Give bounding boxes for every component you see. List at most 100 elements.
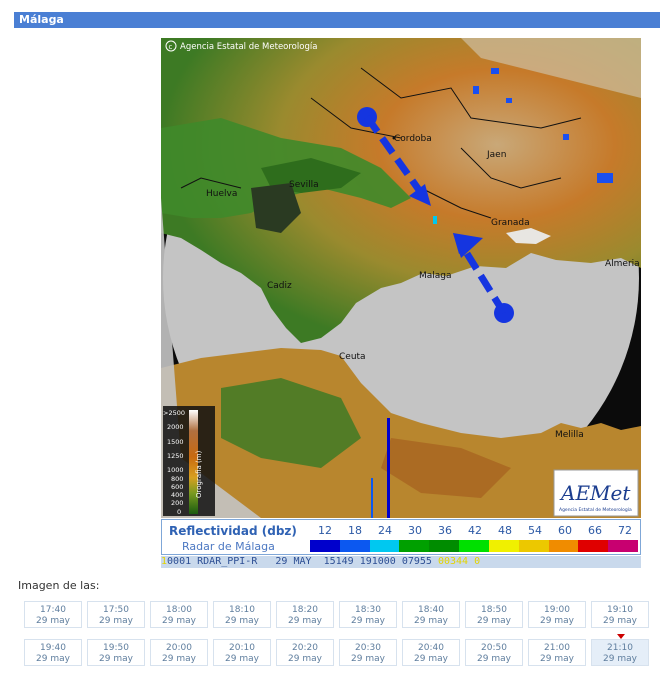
time-cell-date: 29 may [540,654,574,664]
orography-tick: >2500 [163,409,185,417]
city-label: Melilla [555,430,584,440]
legend-value: 72 [618,524,632,537]
time-cell-time: 21:00 [544,643,570,653]
time-cell-date: 29 may [162,616,196,626]
city-label: Cadiz [267,281,292,291]
image-time-label: Imagen de las: [18,579,100,592]
svg-text:c: c [169,43,173,51]
time-cell-date: 29 may [603,654,637,664]
time-cell-date: 29 may [288,654,322,664]
time-cell[interactable]: 21:10 29 may [591,639,649,666]
time-cell-date: 29 may [351,616,385,626]
orography-tick: 400 [171,491,183,499]
logo-subtitle: Agencia Estatal de Meteorología [559,506,632,513]
legend-value: 66 [588,524,602,537]
orography-tick: 0 [177,508,181,516]
time-cell[interactable]: 20:30 29 may [339,639,397,666]
orography-tick: 2000 [167,423,184,431]
legend-value: 54 [528,524,542,537]
city-label: Cordoba [394,134,432,144]
legend-value: 42 [468,524,482,537]
city-label: Jaen [486,150,506,160]
time-cell-time: 18:00 [166,605,192,615]
legend-value: 48 [498,524,512,537]
orography-tick: 200 [171,499,183,507]
legend-value: 24 [378,524,392,537]
time-cell[interactable]: 18:30 29 may [339,601,397,628]
time-cell-date: 29 may [540,616,574,626]
time-cell[interactable]: 20:20 29 may [276,639,334,666]
orography-legend: Orografia (m) >2500 2000 1500 1250 1000 … [163,406,215,516]
time-cell[interactable]: 19:40 29 may [24,639,82,666]
time-cell[interactable]: 20:10 29 may [213,639,271,666]
reflectivity-legend: Reflectividad (dbz) Radar de Málaga 12 1… [161,519,641,555]
legend-color-swatch [399,540,430,552]
time-cell[interactable]: 17:40 29 may [24,601,82,628]
orography-tick: 1250 [167,452,184,460]
time-cell[interactable]: 19:10 29 may [591,601,649,628]
time-cell[interactable]: 19:50 29 may [87,639,145,666]
time-cell-time: 20:10 [229,643,255,653]
time-cell-date: 29 may [36,616,70,626]
time-cell-date: 29 may [99,654,133,664]
legend-color-swatch [518,540,549,552]
time-cell-date: 29 may [225,616,259,626]
time-cell-time: 18:20 [292,605,318,615]
selected-marker-icon [617,634,625,639]
time-cell[interactable]: 18:40 29 may [402,601,460,628]
logo-text: AEMet [559,481,631,505]
city-label: Malaga [419,271,452,281]
time-cell[interactable]: 20:40 29 may [402,639,460,666]
legend-color-swatch [369,540,400,552]
time-cell-date: 29 may [414,616,448,626]
time-cell[interactable]: 19:00 29 may [528,601,586,628]
orography-tick: 1000 [167,466,184,474]
legend-value: 36 [438,524,452,537]
time-cell-time: 17:40 [40,605,66,615]
time-cell[interactable]: 18:20 29 may [276,601,334,628]
legend-values: 12 18 24 30 36 42 48 54 60 66 72 [310,524,640,538]
time-row-2: 19:40 29 may 19:50 29 may 20:00 29 may 20:10 29… [24,639,660,667]
time-cell-time: 18:30 [355,605,381,615]
time-cell-time: 20:40 [418,643,444,653]
legend-color-swatch [548,540,579,552]
time-cell-time: 19:50 [103,643,129,653]
legend-color-swatch [578,540,609,552]
legend-value: 18 [348,524,362,537]
orography-unit: Orografia (m) [195,450,203,498]
time-cell[interactable]: 18:50 29 may [465,601,523,628]
time-cell-date: 29 may [477,654,511,664]
ticker-tail: 00344 0 [437,556,481,567]
legend-value: 60 [558,524,572,537]
city-label: Huelva [206,189,237,199]
time-cell-time: 19:00 [544,605,570,615]
time-cell[interactable]: 18:00 29 may [150,601,208,628]
time-cell[interactable]: 21:00 29 may [528,639,586,666]
time-cell-date: 29 may [99,616,133,626]
orography-tick: 1500 [167,438,184,446]
time-row-1: 17:40 29 may 17:50 29 may 18:00 29 may 18:10 29… [24,601,660,629]
legend-color-swatch [339,540,370,552]
time-cell[interactable]: 20:50 29 may [465,639,523,666]
city-label: Granada [491,218,530,228]
aemet-logo: AEMet Agencia Estatal de Meteorología [553,469,639,517]
time-cell[interactable]: 20:00 29 may [150,639,208,666]
time-cell[interactable]: 17:50 29 may [87,601,145,628]
time-cell-time: 20:00 [166,643,192,653]
legend-subtitle: Radar de Málaga [182,540,275,553]
time-cell-date: 29 may [162,654,196,664]
time-cell-time: 18:10 [229,605,255,615]
legend-color-swatch [310,540,340,552]
time-cell-date: 29 may [351,654,385,664]
time-cell-time: 21:10 [607,643,633,653]
city-label: Ceuta [339,352,366,362]
orography-tick: 600 [171,483,183,491]
time-cell-date: 29 may [225,654,259,664]
time-cell[interactable]: 18:10 29 may [213,601,271,628]
legend-color-swatch [459,540,489,552]
time-cell-time: 20:50 [481,643,507,653]
time-cell-date: 29 may [288,616,322,626]
time-cell-time: 19:40 [40,643,66,653]
legend-title: Reflectividad (dbz) [169,524,297,538]
time-cell-time: 19:10 [607,605,633,615]
